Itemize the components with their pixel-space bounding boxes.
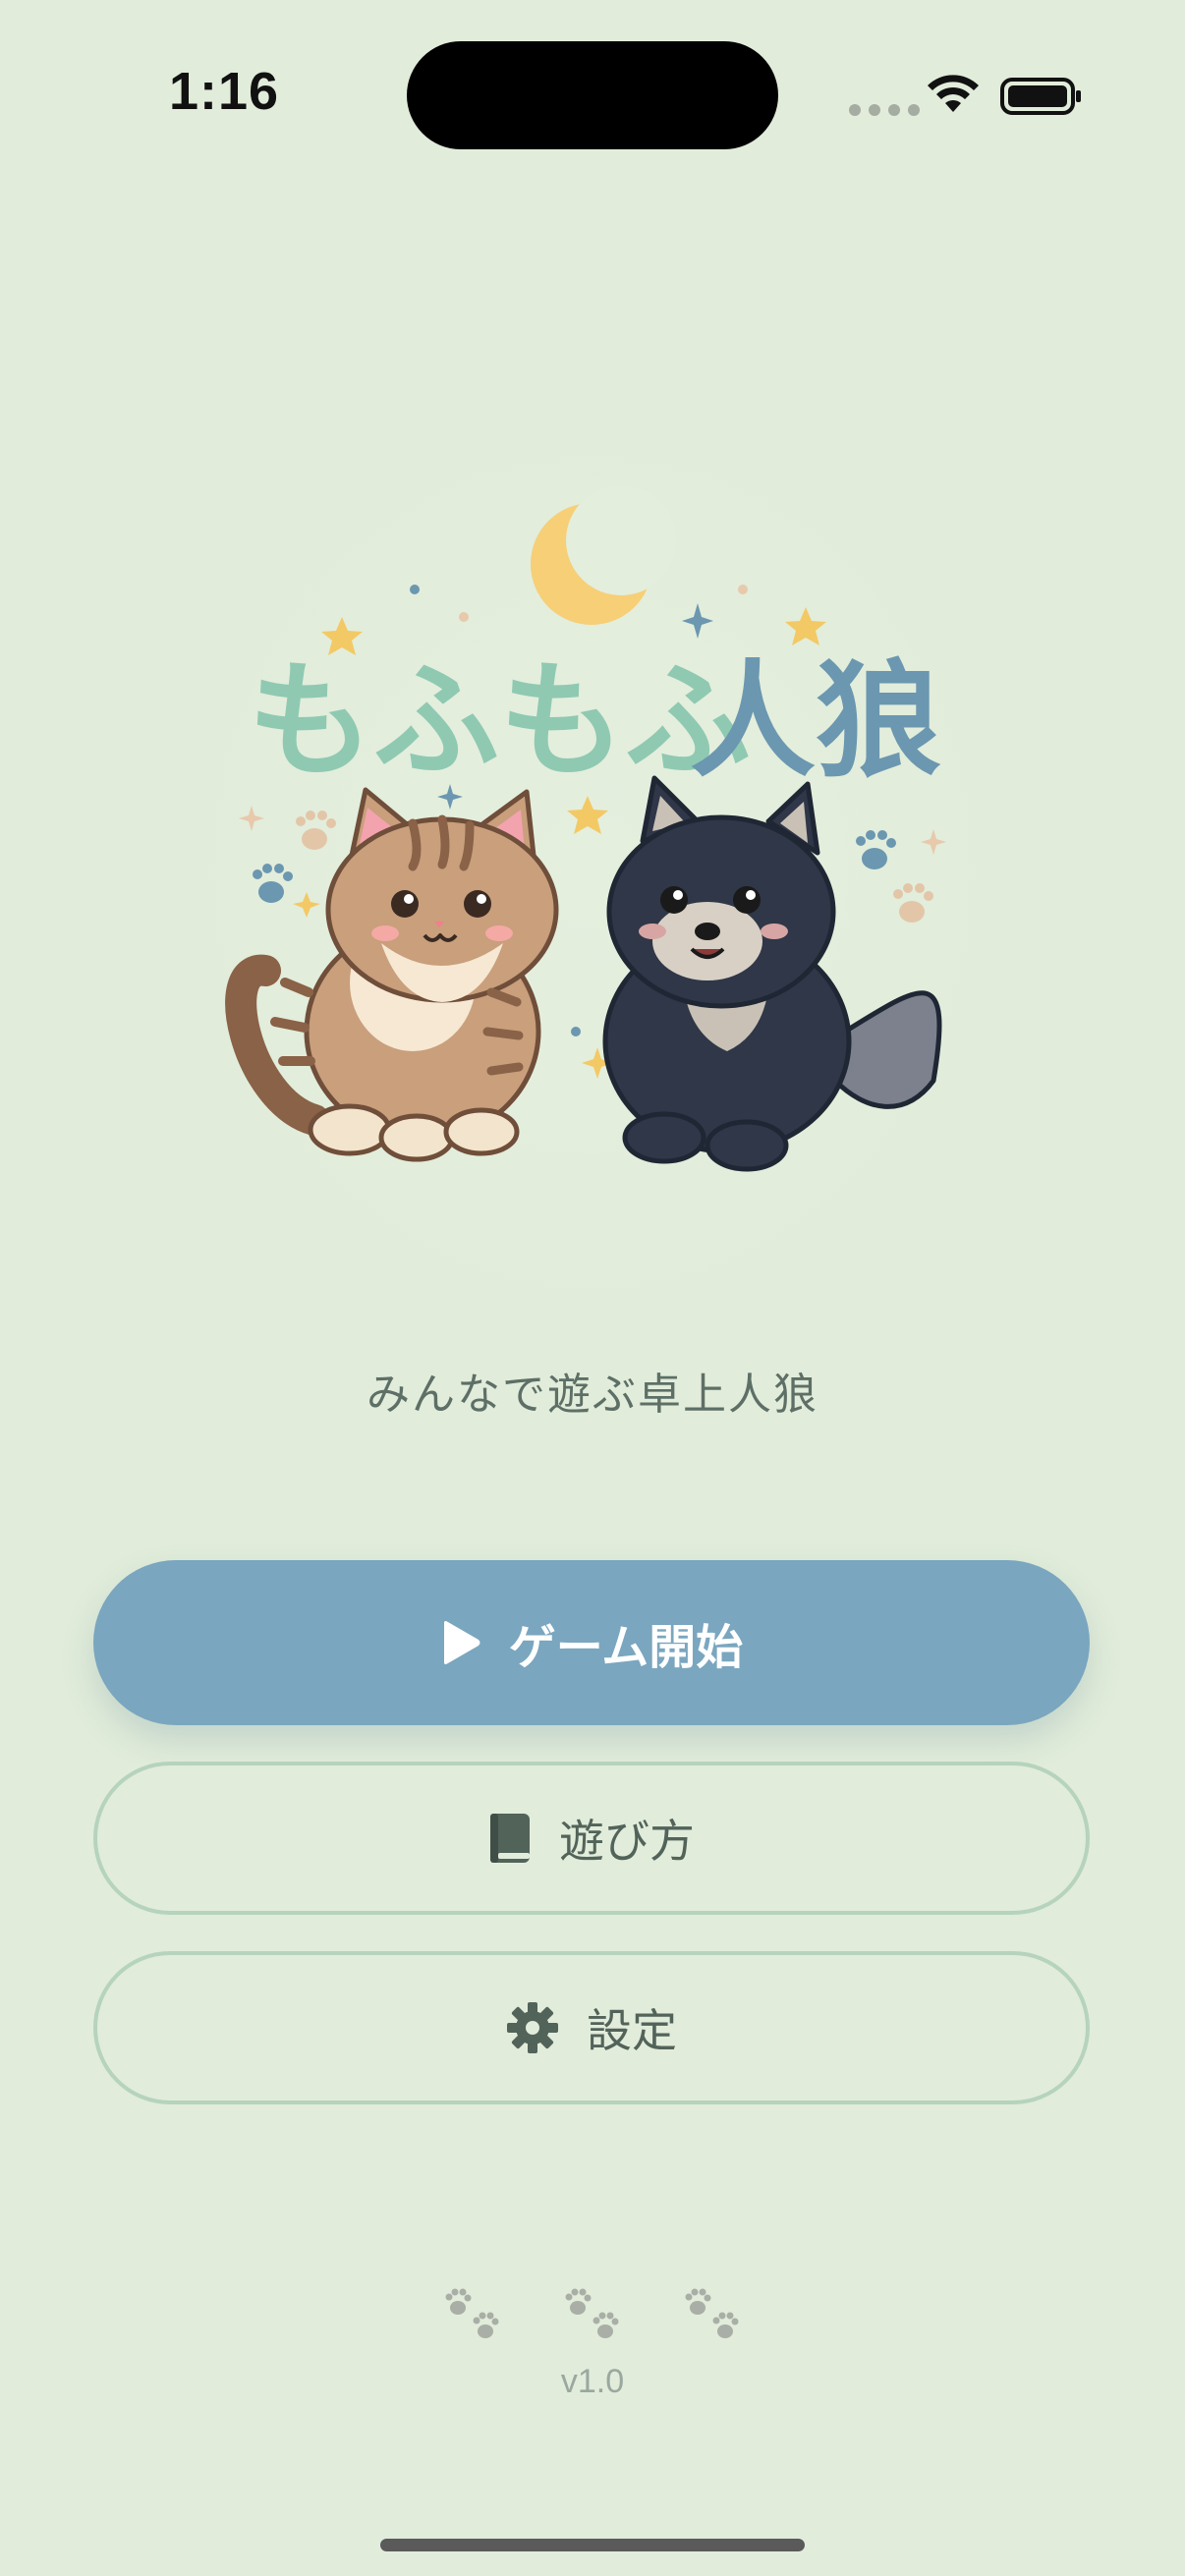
black-wolf-illustration: [602, 775, 942, 1172]
paw-prints-row: [0, 2279, 1185, 2344]
settings-button[interactable]: 設定: [93, 1951, 1090, 2104]
tagline: みんなで遊ぶ卓上人狼: [367, 1370, 818, 1420]
dynamic-island: [407, 41, 778, 149]
book-icon: [490, 1814, 530, 1863]
settings-label: 設定: [587, 2004, 677, 2057]
hero-title-mofu: もふもふ: [248, 648, 751, 795]
tabby-cat-illustration: [225, 787, 559, 1162]
play-icon: [443, 1621, 480, 1664]
how-to-play-label: 遊び方: [559, 1815, 695, 1868]
home-indicator[interactable]: [380, 2539, 805, 2551]
moon-icon: [531, 485, 676, 625]
wifi-icon: [928, 75, 979, 112]
status-time: 1:16: [169, 62, 280, 121]
cellular-signal-icon: [849, 104, 920, 116]
start-game-button[interactable]: ゲーム開始: [93, 1560, 1090, 1725]
battery-icon: [1000, 78, 1081, 115]
hero-illustration: もふもふ 人狼: [118, 354, 1067, 1297]
paw-prints-icon: [685, 2288, 739, 2338]
paw-prints-icon: [565, 2288, 619, 2338]
gear-icon: [507, 2002, 558, 2053]
hero-title-jinro: 人狼: [690, 648, 941, 795]
how-to-play-button[interactable]: 遊び方: [93, 1762, 1090, 1915]
title-screen: 1:16 もふもふ 人狼 みんなで遊ぶ卓上人狼 ゲーム開始 遊び方 設定 v1.…: [0, 0, 1185, 2576]
start-game-label: ゲーム開始: [508, 1620, 744, 1675]
version-label: v1.0: [560, 2363, 625, 2400]
paw-prints-icon: [445, 2288, 499, 2338]
